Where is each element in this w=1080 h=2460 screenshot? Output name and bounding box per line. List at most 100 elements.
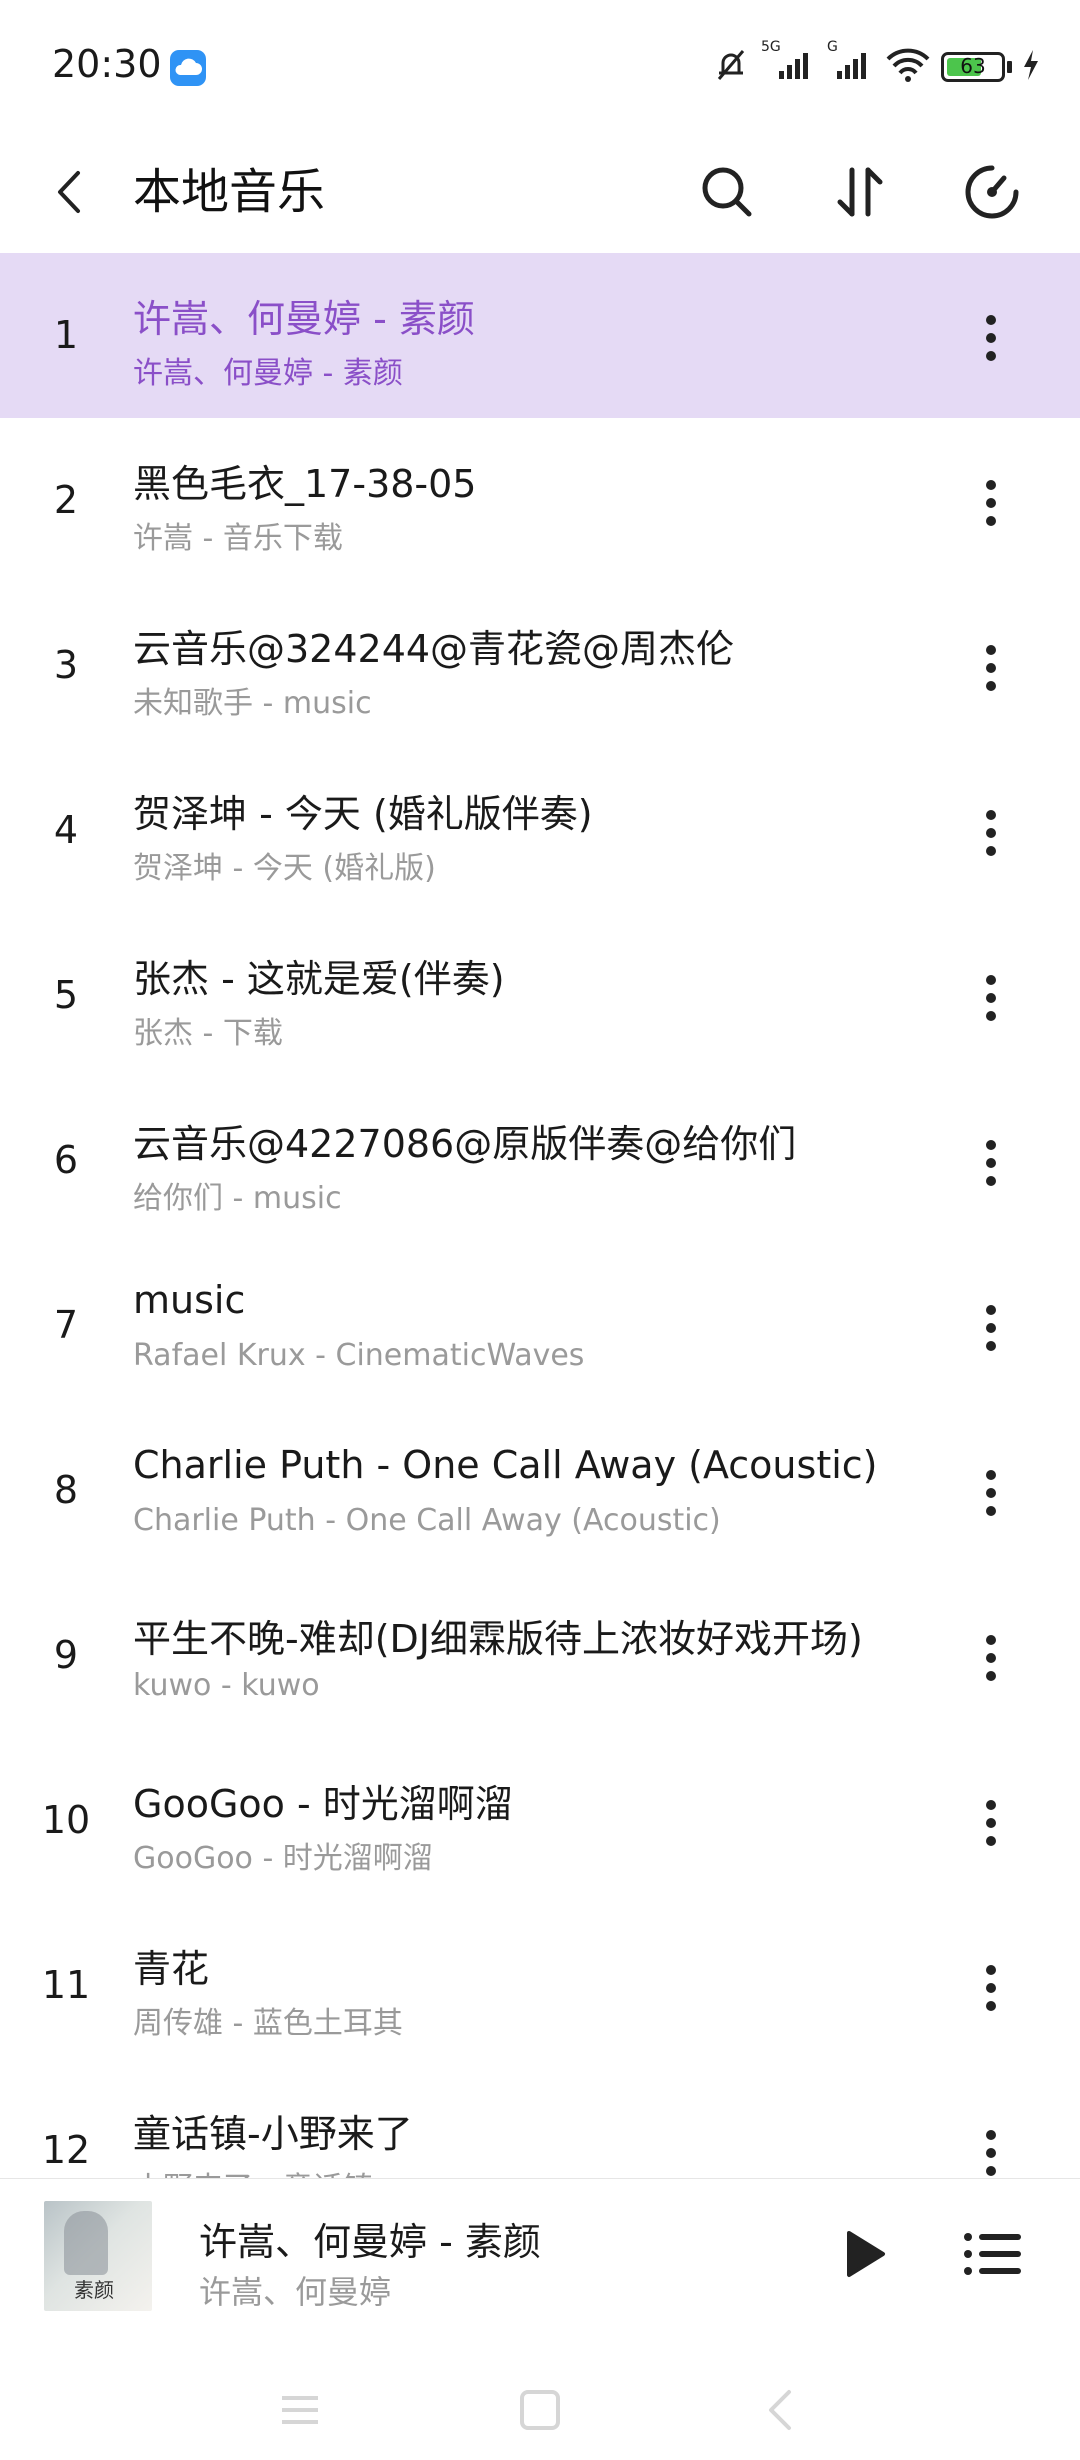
song-index: 1 [53, 313, 79, 357]
song-subtitle: Rafael Krux - CinematicWaves [133, 1338, 585, 1373]
song-subtitle: 许嵩 - 音乐下载 [133, 521, 343, 556]
more-vertical-icon [986, 315, 996, 361]
sort-icon [837, 167, 883, 217]
song-subtitle: 未知歌手 - music [133, 686, 372, 721]
sort-button[interactable] [818, 150, 902, 234]
more-vertical-icon [986, 810, 996, 856]
song-row[interactable]: 8 Charlie Puth - One Call Away (Acoustic… [0, 1408, 1080, 1573]
song-title: 云音乐@4227086@原版伴奏@给你们 [133, 1122, 797, 1166]
more-vertical-icon [986, 1140, 996, 1186]
song-title: 平生不晚-难却(DJ细霖版待上浓妆好戏开场) [133, 1617, 863, 1661]
battery-icon: 63 [941, 52, 1005, 82]
song-row[interactable]: 2 黑色毛衣_17-38-05 许嵩 - 音乐下载 [0, 418, 1080, 583]
song-title: 云音乐@324244@青花瓷@周杰伦 [133, 627, 735, 671]
more-vertical-icon [986, 645, 996, 691]
back-button[interactable] [40, 150, 100, 234]
song-subtitle: kuwo - kuwo [133, 1668, 320, 1703]
home-icon [520, 2390, 560, 2430]
battery-percent: 63 [960, 54, 986, 78]
song-row[interactable]: 12 童话镇-小野来了 小野来了 - 童话镇 [0, 2068, 1080, 2178]
network-type-label-2: G [827, 39, 838, 55]
song-title: 青花 [133, 1947, 210, 1991]
album-cover[interactable]: 素颜 [44, 2201, 152, 2311]
song-row[interactable]: 10 GooGoo - 时光溜啊溜 GooGoo - 时光溜啊溜 [0, 1738, 1080, 1903]
page-title: 本地音乐 [133, 164, 326, 220]
song-subtitle: 小野来了 - 童话镇 [133, 2163, 373, 2178]
song-index: 11 [41, 1963, 91, 2007]
song-index: 2 [53, 478, 79, 522]
song-row[interactable]: 5 张杰 - 这就是爱(伴奏) 张杰 - 下载 [0, 913, 1080, 1078]
song-index: 8 [53, 1468, 79, 1512]
song-title: GooGoo - 时光溜啊溜 [133, 1782, 513, 1826]
network-type-label: 5G [761, 39, 781, 55]
song-title: music [133, 1278, 246, 1322]
song-row[interactable]: 6 云音乐@4227086@原版伴奏@给你们 给你们 - music [0, 1078, 1080, 1243]
menu-nav-button[interactable] [270, 2382, 330, 2438]
more-vertical-icon [986, 480, 996, 526]
app-header: 本地音乐 [0, 130, 1080, 255]
menu-icon [282, 2396, 318, 2424]
song-row[interactable]: 1 许嵩、何曼婷 - 素颜 许嵩、何曼婷 - 素颜 [0, 253, 1080, 418]
more-vertical-icon [986, 975, 996, 1021]
more-vertical-icon [986, 1635, 996, 1681]
song-row[interactable]: 9 平生不晚-难却(DJ细霖版待上浓妆好戏开场) kuwo - kuwo [0, 1573, 1080, 1738]
song-subtitle: 许嵩、何曼婷 - 素颜 [133, 356, 403, 391]
more-options-button[interactable] [961, 1618, 1021, 1698]
cloud-app-icon [170, 50, 206, 86]
song-index: 10 [41, 1798, 91, 1842]
back-nav-button[interactable] [750, 2382, 810, 2438]
song-title: 张杰 - 这就是爱(伴奏) [133, 957, 505, 1001]
cover-figure [64, 2211, 108, 2275]
song-subtitle: 周传雄 - 蓝色土耳其 [133, 2006, 403, 2041]
more-options-button[interactable] [961, 1948, 1021, 2028]
signal-icon-2: G [827, 39, 875, 89]
more-options-button[interactable] [961, 793, 1021, 873]
wifi-icon [885, 45, 931, 89]
song-index: 4 [53, 808, 79, 852]
sleep-timer-button[interactable] [950, 150, 1034, 234]
song-row[interactable]: 3 云音乐@324244@青花瓷@周杰伦 未知歌手 - music [0, 583, 1080, 748]
song-list[interactable]: 1 许嵩、何曼婷 - 素颜 许嵩、何曼婷 - 素颜 2 黑色毛衣_17-38-0… [0, 253, 1080, 2178]
more-options-button[interactable] [961, 1123, 1021, 1203]
cover-text: 素颜 [74, 2278, 114, 2302]
more-options-button[interactable] [961, 628, 1021, 708]
home-nav-button[interactable] [510, 2382, 570, 2438]
status-icons: 5G G 63 [711, 39, 1040, 90]
song-title: 黑色毛衣_17-38-05 [133, 462, 477, 506]
more-options-button[interactable] [961, 958, 1021, 1038]
song-subtitle: 张杰 - 下载 [133, 1016, 283, 1051]
song-index: 9 [53, 1633, 79, 1677]
song-index: 12 [41, 2128, 91, 2172]
more-options-button[interactable] [961, 2113, 1021, 2178]
player-artist: 许嵩、何曼婷 [199, 2273, 392, 2311]
more-options-button[interactable] [961, 463, 1021, 543]
song-index: 5 [53, 973, 79, 1017]
song-subtitle: GooGoo - 时光溜啊溜 [133, 1841, 433, 1876]
mini-player[interactable]: 素颜 许嵩、何曼婷 - 素颜 许嵩、何曼婷 [0, 2178, 1080, 2359]
sleep-timer-icon [965, 165, 1019, 219]
play-button[interactable] [830, 2214, 900, 2294]
song-subtitle: Charlie Puth - One Call Away (Acoustic) [133, 1503, 721, 1538]
back-icon [769, 2390, 791, 2430]
song-index: 6 [53, 1138, 79, 1182]
song-index: 3 [53, 643, 79, 687]
more-vertical-icon [986, 2130, 996, 2176]
more-vertical-icon [986, 1305, 996, 1351]
playlist-button[interactable] [955, 2214, 1030, 2294]
more-vertical-icon [986, 1965, 996, 2011]
search-button[interactable] [685, 150, 769, 234]
more-options-button[interactable] [961, 1453, 1021, 1533]
more-vertical-icon [986, 1470, 996, 1516]
song-row[interactable]: 7 music Rafael Krux - CinematicWaves [0, 1243, 1080, 1408]
more-options-button[interactable] [961, 298, 1021, 378]
song-row[interactable]: 11 青花 周传雄 - 蓝色土耳其 [0, 1903, 1080, 2068]
more-vertical-icon [986, 1800, 996, 1846]
system-nav-bar [0, 2360, 1080, 2460]
song-title: 许嵩、何曼婷 - 素颜 [133, 297, 475, 341]
search-icon [702, 167, 752, 217]
more-options-button[interactable] [961, 1288, 1021, 1368]
more-options-button[interactable] [961, 1783, 1021, 1863]
song-row[interactable]: 4 贺泽坤 - 今天 (婚礼版伴奏) 贺泽坤 - 今天 (婚礼版) [0, 748, 1080, 913]
playlist-icon [963, 2233, 1021, 2275]
song-subtitle: 贺泽坤 - 今天 (婚礼版) [133, 851, 436, 886]
